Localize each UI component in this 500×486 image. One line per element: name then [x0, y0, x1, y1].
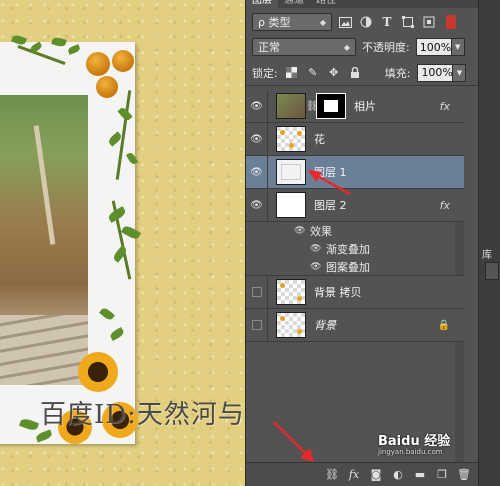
- effect-row[interactable]: 👁 图案叠加: [246, 258, 464, 276]
- visibility-eye-icon[interactable]: 👁: [246, 123, 268, 155]
- effect-eye-icon[interactable]: 👁: [310, 262, 322, 272]
- baidu-brand: Baidu 经验: [378, 434, 451, 449]
- libraries-button[interactable]: [485, 262, 499, 280]
- lock-row: 锁定: ✎ ✥ 填充: 100% ▼: [246, 60, 478, 86]
- sunflower: [78, 352, 118, 392]
- author-watermark: 百度ID:天然河与你相约: [40, 400, 245, 430]
- layer-row[interactable]: 背景 🔒: [246, 309, 464, 342]
- smart-object-filter-icon[interactable]: [421, 14, 437, 30]
- image-filter-icon[interactable]: [337, 14, 353, 30]
- layer-thumbnail[interactable]: [276, 159, 306, 185]
- layers-bottom-toolbar: ⛓ fx ◙ ◐ ▬ ❐ 🗑: [246, 462, 479, 486]
- layer-thumbnail[interactable]: [276, 312, 306, 338]
- effects-header-row[interactable]: 👁 效果: [246, 222, 464, 240]
- add-layer-style-icon[interactable]: fx: [347, 468, 361, 482]
- layer-name: 背景 拷贝: [314, 286, 362, 299]
- side-panel-strip: 库: [478, 0, 500, 486]
- layer-thumbnail[interactable]: [276, 192, 306, 218]
- lock-all-icon[interactable]: [348, 66, 362, 80]
- type-filter-icon[interactable]: T: [379, 14, 395, 30]
- baidu-jingyan-watermark: Baidu 经验 jingyan.baidu.com: [378, 430, 450, 456]
- new-layer-icon[interactable]: ❐: [435, 468, 449, 482]
- layer-row[interactable]: 👁 ⛓ 相片 fx: [246, 90, 464, 123]
- delete-layer-icon[interactable]: 🗑: [457, 468, 471, 482]
- new-group-icon[interactable]: ▬: [413, 468, 427, 482]
- panel-tabs: 图层 通道 路径: [246, 0, 478, 8]
- lock-transparent-pixels-icon[interactable]: [285, 66, 299, 80]
- effects-header: 效果: [310, 225, 332, 238]
- layer-name: 相片: [354, 100, 376, 113]
- layer-filter-dropdown[interactable]: ρ 类型 ◆: [252, 13, 332, 31]
- layer-filter-row: ρ 类型 ◆ T: [246, 10, 478, 34]
- layer-name: 图层 2: [314, 199, 347, 212]
- opacity-input[interactable]: 100%: [415, 38, 452, 56]
- effect-name: 渐变叠加: [326, 243, 370, 256]
- link-layers-icon[interactable]: ⛓: [325, 468, 339, 482]
- visibility-eye-icon[interactable]: 👁: [246, 90, 268, 122]
- layer-thumbnail[interactable]: [276, 279, 306, 305]
- layer-thumbnail[interactable]: [276, 126, 306, 152]
- visibility-eye-icon[interactable]: 👁: [246, 156, 268, 188]
- layer-mask-thumbnail[interactable]: [316, 93, 346, 119]
- lock-label: 锁定:: [252, 66, 278, 80]
- effect-eye-icon[interactable]: 👁: [294, 226, 306, 236]
- stone-steps: [0, 315, 88, 385]
- chevron-down-icon: ◆: [319, 17, 326, 27]
- yellow-ball-flower: [96, 76, 118, 98]
- document-canvas[interactable]: 百度ID:天然河与你相约: [0, 0, 245, 486]
- visibility-toggle[interactable]: [246, 309, 268, 341]
- yellow-ball-flower: [112, 50, 134, 72]
- filter-toggle-switch[interactable]: [446, 15, 456, 29]
- layers-list: 👁 ⛓ 相片 fx 👁 花 👁 图层 1 👁 图层 2 fx 👁 效果 👁 渐变…: [246, 90, 464, 462]
- opacity-label: 不透明度:: [362, 41, 410, 54]
- fill-input[interactable]: 100%: [417, 63, 454, 82]
- layer-name: 图层 1: [314, 166, 347, 179]
- fx-icon[interactable]: fx: [440, 199, 450, 212]
- layer-thumbnail[interactable]: [276, 93, 306, 119]
- shape-filter-icon[interactable]: [400, 14, 416, 30]
- tab-channels[interactable]: 通道: [278, 0, 310, 8]
- layer-row[interactable]: 👁 花: [246, 123, 464, 156]
- layer-row[interactable]: 👁 图层 2 fx: [246, 189, 464, 222]
- layers-panel: 图层 通道 路径 ρ 类型 ◆ T 正常 ◆ 不透明度: 100% ▼ 锁定: …: [245, 0, 479, 486]
- add-mask-icon[interactable]: ◙: [369, 468, 383, 482]
- chevron-down-icon: ◆: [343, 42, 350, 52]
- libraries-tab[interactable]: 库: [482, 246, 492, 261]
- yellow-ball-flower: [86, 52, 110, 76]
- layer-row[interactable]: 背景 拷贝: [246, 276, 464, 309]
- visibility-toggle[interactable]: [246, 276, 268, 308]
- blend-row: 正常 ◆ 不透明度: 100% ▼: [246, 34, 478, 60]
- lock-image-pixels-icon[interactable]: ✎: [306, 66, 320, 80]
- effect-eye-icon[interactable]: 👁: [310, 244, 322, 254]
- opacity-slider-toggle[interactable]: ▼: [451, 38, 465, 56]
- layer-row-selected[interactable]: 👁 图层 1: [246, 156, 464, 189]
- tree-trunk: [33, 125, 56, 245]
- layer-name: 背景: [314, 319, 336, 332]
- adjustment-filter-icon[interactable]: [358, 14, 374, 30]
- visibility-eye-icon[interactable]: 👁: [246, 189, 268, 221]
- blend-mode-dropdown[interactable]: 正常 ◆: [252, 38, 356, 56]
- new-adjustment-layer-icon[interactable]: ◐: [391, 468, 405, 482]
- layer-name: 花: [314, 133, 325, 146]
- fx-icon[interactable]: fx: [440, 100, 450, 113]
- lock-position-icon[interactable]: ✥: [327, 66, 341, 80]
- tab-layers[interactable]: 图层: [246, 0, 278, 8]
- canvas-photo: [0, 95, 88, 385]
- filter-label: ρ 类型: [258, 16, 291, 29]
- baidu-url: jingyan.baidu.com: [378, 448, 443, 456]
- effect-name: 图案叠加: [326, 260, 370, 274]
- tab-paths[interactable]: 路径: [310, 0, 342, 8]
- lock-icon: 🔒: [437, 319, 450, 331]
- blend-mode-value: 正常: [258, 41, 280, 54]
- fill-slider-toggle[interactable]: ▼: [453, 63, 467, 82]
- fill-label: 填充:: [384, 66, 411, 80]
- link-chain-icon[interactable]: ⛓: [306, 101, 319, 112]
- effect-row[interactable]: 👁 渐变叠加: [246, 240, 464, 258]
